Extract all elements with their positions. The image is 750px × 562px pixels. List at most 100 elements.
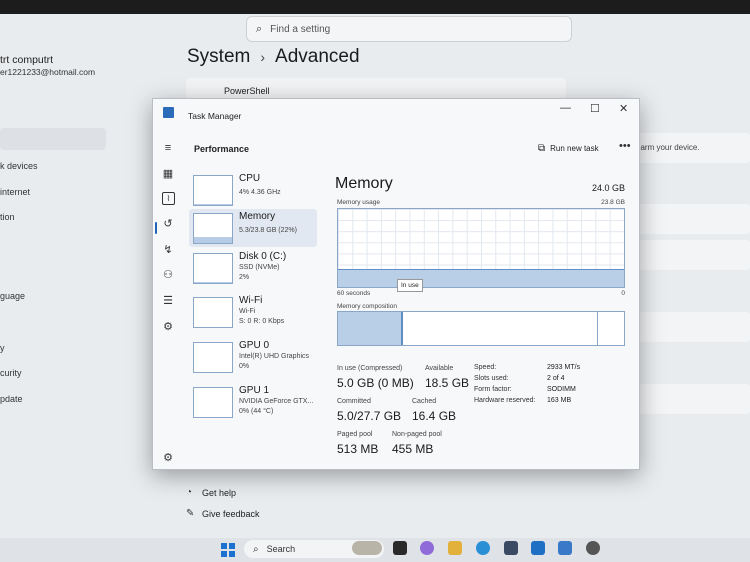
close-icon[interactable]: ✕ (619, 102, 628, 115)
perf-item-gpu0[interactable]: GPU 0 Intel(R) UHD Graphics 0% (189, 338, 317, 376)
windows-start-icon[interactable] (221, 543, 235, 557)
breadcrumb-separator: › (260, 49, 266, 65)
settings-search-placeholder: Find a setting (270, 23, 331, 35)
sidebar-item-update[interactable]: pdate (0, 394, 23, 404)
perf-item-detail: 5.3/23.8 GB (22%) (239, 227, 297, 234)
perf-item-cpu[interactable]: CPU 4% 4.36 GHz (189, 171, 317, 209)
perf-item-detail: SSD (NVMe) (239, 264, 280, 271)
run-task-icon: ⧉ (538, 143, 546, 154)
perf-item-detail: S: 0 R: 0 Kbps (239, 318, 285, 325)
perf-item-detail: NVIDIA GeForce GTX... (239, 398, 314, 405)
search-highlight-icon[interactable] (352, 541, 382, 555)
users-icon[interactable]: ⚇ (161, 268, 175, 282)
cpu-thumb-fill (194, 203, 232, 205)
hardware-reserved-value: 163 MB (547, 397, 572, 404)
task-manager-icon (163, 107, 174, 118)
perf-item-detail: 2% (239, 274, 250, 281)
settings-row[interactable] (638, 384, 750, 414)
available-value: 18.5 GB (425, 376, 470, 390)
perf-item-name: CPU (239, 173, 261, 184)
perf-item-name: Wi-Fi (239, 295, 263, 306)
settings-icon[interactable]: ⚙ (161, 451, 175, 465)
more-options-icon[interactable]: ••• (619, 140, 631, 152)
memory-thumb-fill (194, 236, 232, 243)
screen-top-bezel (0, 0, 750, 14)
maximize-icon[interactable]: ☐ (590, 102, 600, 115)
sidebar-item-personalization[interactable]: tion (0, 212, 15, 222)
minimize-icon[interactable]: — (560, 102, 571, 114)
memory-thumbnail (193, 213, 233, 244)
settings-row[interactable] (638, 312, 750, 342)
sidebar-item-security[interactable]: curity (0, 368, 22, 378)
nav-selected-indicator (155, 222, 157, 234)
processes-icon[interactable]: ▦ (161, 167, 175, 181)
settings-row[interactable] (638, 204, 750, 234)
file-explorer-icon[interactable] (448, 541, 462, 555)
performance-icon[interactable]: ⌇ (162, 192, 175, 205)
memory-composition-bar[interactable] (337, 311, 625, 346)
window-title: Task Manager (188, 111, 242, 121)
perf-item-detail: Intel(R) UHD Graphics (239, 353, 310, 360)
memory-usage-graph[interactable] (337, 208, 625, 288)
nav-rail: ≡ ▦ ⌇ ↺ ↯ ⚇ ☰ ⚙ ⚙ (153, 129, 185, 469)
startup-apps-icon[interactable]: ↯ (161, 243, 175, 257)
perf-item-detail: 4% 4.36 GHz (239, 189, 281, 196)
memory-usage-label: Memory usage (337, 199, 380, 206)
composition-in-use (338, 312, 403, 345)
form-factor-value: SODIMM (547, 386, 576, 393)
sidebar-item-accessibility[interactable]: y (0, 343, 5, 353)
powershell-row[interactable]: PowerShell (186, 78, 566, 100)
get-help-link[interactable]: ◔ Get help (186, 487, 236, 498)
give-feedback-label: Give feedback (202, 508, 260, 519)
sidebar-selected-item[interactable] (0, 128, 106, 150)
copilot-icon[interactable] (420, 541, 434, 555)
sidebar-item-devices[interactable]: k devices (0, 161, 38, 171)
speed-value: 2933 MT/s (547, 364, 581, 371)
perf-item-wifi[interactable]: Wi-Fi Wi-Fi S: 0 R: 0 Kbps (189, 293, 317, 331)
edge-icon[interactable] (476, 541, 490, 555)
search-icon: ⌕ (253, 543, 259, 555)
perf-item-gpu1[interactable]: GPU 1 NVIDIA GeForce GTX... 0% (44 °C) (189, 383, 317, 421)
taskbar-search-label: Search (266, 544, 296, 554)
sidebar-item-language[interactable]: guage (0, 291, 25, 301)
perf-item-detail: 0% (239, 363, 250, 370)
hamburger-menu-icon[interactable]: ≡ (161, 141, 175, 155)
paged-pool-label: Paged pool (337, 431, 373, 438)
run-new-task-label: Run new task (550, 144, 599, 153)
breadcrumb-parent[interactable]: System (187, 46, 250, 67)
perf-item-name: Memory (239, 211, 276, 222)
memory-title: Memory (335, 175, 393, 192)
settings-row[interactable] (638, 240, 750, 270)
store-icon[interactable] (504, 541, 518, 555)
perf-item-memory[interactable]: Memory 5.3/23.8 GB (22%) (189, 209, 317, 247)
graph-axis-left: 60 seconds (337, 290, 371, 297)
sidebar-item-network[interactable]: internet (0, 187, 30, 197)
cached-label: Cached (412, 398, 437, 405)
slots-used-value: 2 of 4 (547, 375, 565, 382)
task-view-icon[interactable] (393, 541, 407, 555)
account-name: trt computrt (0, 54, 54, 66)
memory-panel: Memory 24.0 GB Memory usage 23.8 GB 60 s… (335, 165, 625, 465)
nonpaged-pool-value: 455 MB (392, 442, 434, 456)
details-icon[interactable]: ☰ (161, 294, 175, 308)
powershell-label: PowerShell (224, 86, 270, 96)
speed-label: Speed: (474, 364, 497, 371)
run-new-task-button[interactable]: ⧉ Run new task (538, 143, 599, 154)
settings-taskbar-icon[interactable] (586, 541, 600, 555)
cached-value: 16.4 GB (412, 409, 457, 423)
app-history-icon[interactable]: ↺ (161, 217, 175, 231)
give-feedback-link[interactable]: ✎ Give feedback (186, 508, 260, 519)
memory-usage-fill (338, 268, 624, 287)
disk-thumbnail (193, 253, 233, 284)
task-manager-taskbar-icon[interactable] (558, 541, 572, 555)
services-icon[interactable]: ⚙ (161, 320, 175, 334)
perf-item-disk[interactable]: Disk 0 (C:) SSD (NVMe) 2% (189, 249, 317, 287)
task-manager-titlebar[interactable]: Task Manager — ☐ ✕ (153, 99, 639, 129)
settings-row-text: harm your device. (636, 143, 700, 152)
breadcrumb: System › Advanced (187, 46, 360, 68)
settings-search-input[interactable]: ⌕ Find a setting (246, 16, 572, 42)
in-use-value: 5.0 GB (0 MB) (337, 376, 414, 390)
perf-item-name: GPU 0 (239, 340, 270, 351)
outlook-icon[interactable] (531, 541, 545, 555)
cpu-thumbnail (193, 175, 233, 206)
